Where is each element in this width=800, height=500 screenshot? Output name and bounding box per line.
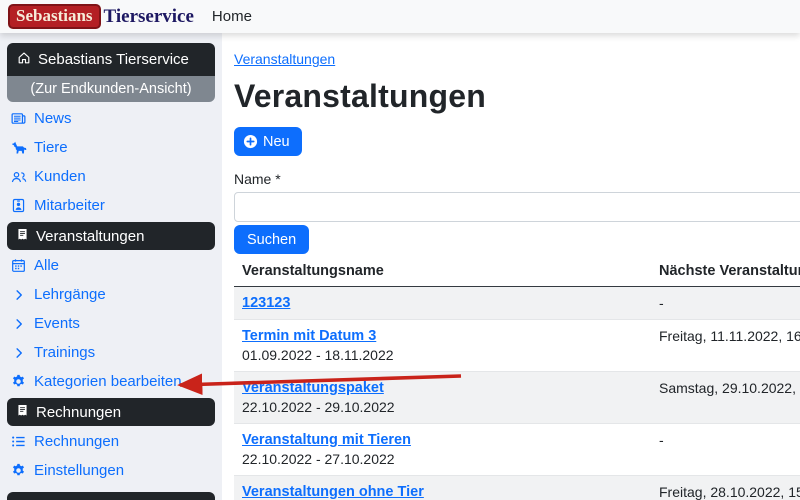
sidebar-item-customer-view[interactable]: (Zur Endkunden-Ansicht) bbox=[7, 76, 215, 102]
customer-view-label: (Zur Endkunden-Ansicht) bbox=[30, 81, 191, 97]
sidebar-section-clipped[interactable] bbox=[7, 492, 215, 500]
sidebar: Sebastians Tierservice (Zur Endkunden-An… bbox=[0, 33, 222, 500]
house-icon bbox=[17, 51, 31, 69]
top-navbar: Sebastians Tierservice Home bbox=[0, 0, 800, 33]
sidebar-item-account[interactable]: Sebastians Tierservice bbox=[7, 43, 215, 76]
sidebar-item-kunden[interactable]: Kunden bbox=[7, 162, 215, 191]
receipt-icon bbox=[16, 228, 29, 245]
sidebar-item-label: Mitarbeiter bbox=[34, 197, 105, 214]
sidebar-item-label: Tiere bbox=[34, 139, 68, 156]
column-header-name: Veranstaltungsname bbox=[234, 257, 651, 287]
search-button[interactable]: Suchen bbox=[234, 225, 309, 254]
new-button[interactable]: Neu bbox=[234, 127, 302, 156]
person-badge-icon bbox=[10, 198, 27, 213]
chevron-right-icon bbox=[10, 318, 27, 330]
table-row: Veranstaltungen ohne Tier 22.10.2022 - 3… bbox=[234, 476, 800, 500]
sidebar-item-rechnungen[interactable]: Rechnungen bbox=[7, 427, 215, 456]
sidebar-item-label: Rechnungen bbox=[34, 433, 119, 450]
sidebar-item-mitarbeiter[interactable]: Mitarbeiter bbox=[7, 191, 215, 220]
sidebar-item-alle[interactable]: Alle bbox=[7, 251, 215, 280]
sidebar-item-label: Trainings bbox=[34, 344, 95, 361]
chevron-right-icon bbox=[10, 347, 27, 359]
name-label: Name * bbox=[234, 171, 800, 187]
event-date-range: 22.10.2022 - 29.10.2022 bbox=[242, 399, 643, 415]
gear-icon bbox=[10, 463, 27, 478]
dog-icon bbox=[10, 140, 27, 156]
next-event: - bbox=[659, 432, 800, 448]
event-link[interactable]: Veranstaltung mit Tieren bbox=[242, 432, 411, 448]
column-header-next: Nächste Veranstaltung bbox=[651, 257, 800, 287]
table-header-row: Veranstaltungsname Nächste Veranstaltung bbox=[234, 257, 800, 287]
event-link[interactable]: Termin mit Datum 3 bbox=[242, 328, 376, 344]
gear-icon bbox=[10, 374, 27, 389]
sidebar-item-label: Einstellungen bbox=[34, 462, 124, 479]
breadcrumb[interactable]: Veranstaltungen bbox=[234, 51, 335, 67]
sidebar-item-label: Lehrgänge bbox=[34, 286, 106, 303]
next-event: - bbox=[659, 295, 800, 311]
account-title: Sebastians Tierservice bbox=[38, 51, 189, 68]
event-date-range: 22.10.2022 - 27.10.2022 bbox=[242, 451, 643, 467]
sidebar-item-label: Kunden bbox=[34, 168, 86, 185]
sidebar-item-einstellungen[interactable]: Einstellungen bbox=[7, 456, 215, 485]
events-table: Veranstaltungsname Nächste Veranstaltung… bbox=[234, 257, 800, 500]
main-content: Veranstaltungen Veranstaltungen Neu Name… bbox=[222, 33, 800, 500]
event-link[interactable]: 123123 bbox=[242, 295, 290, 311]
sidebar-item-label: News bbox=[34, 110, 72, 127]
logo-primary-badge: Sebastians bbox=[8, 4, 101, 29]
event-link[interactable]: Veranstaltungen ohne Tier bbox=[242, 484, 424, 500]
sidebar-section-label: Rechnungen bbox=[36, 404, 121, 421]
sidebar-item-tiere[interactable]: Tiere bbox=[7, 133, 215, 162]
receipt-icon bbox=[16, 404, 29, 421]
next-event: Freitag, 11.11.2022, 16:00 Uhr bbox=[659, 328, 800, 344]
logo-secondary-text: Tierservice bbox=[104, 6, 194, 28]
sidebar-item-label: Events bbox=[34, 315, 80, 332]
plus-circle-icon bbox=[243, 134, 258, 149]
calendar-icon bbox=[10, 258, 27, 273]
nav-home-link[interactable]: Home bbox=[212, 8, 252, 25]
new-button-label: Neu bbox=[263, 134, 290, 150]
sidebar-section-veranstaltungen[interactable]: Veranstaltungen bbox=[7, 222, 215, 250]
table-row: Veranstaltung mit Tieren 22.10.2022 - 27… bbox=[234, 424, 800, 476]
event-link[interactable]: Veranstaltungspaket bbox=[242, 380, 384, 396]
sidebar-item-label: Alle bbox=[34, 257, 59, 274]
name-input[interactable] bbox=[234, 192, 800, 222]
sidebar-item-trainings[interactable]: Trainings bbox=[7, 338, 215, 367]
sidebar-section-label: Veranstaltungen bbox=[36, 228, 144, 245]
table-row: 123123 - bbox=[234, 287, 800, 320]
sidebar-item-label: Kategorien bearbeiten bbox=[34, 373, 182, 390]
next-event: Freitag, 28.10.2022, 15:20 Uhr bbox=[659, 484, 800, 500]
chevron-right-icon bbox=[10, 289, 27, 301]
sidebar-item-events[interactable]: Events bbox=[7, 309, 215, 338]
people-icon bbox=[10, 169, 27, 185]
sidebar-section-rechnungen[interactable]: Rechnungen bbox=[7, 398, 215, 426]
sidebar-item-kategorien-bearbeiten[interactable]: Kategorien bearbeiten bbox=[7, 367, 215, 396]
page-title: Veranstaltungen bbox=[234, 78, 800, 115]
sidebar-item-news[interactable]: News bbox=[7, 104, 215, 133]
list-icon bbox=[10, 434, 27, 449]
table-row: Termin mit Datum 3 01.09.2022 - 18.11.20… bbox=[234, 320, 800, 372]
sidebar-item-lehrgaenge[interactable]: Lehrgänge bbox=[7, 280, 215, 309]
next-event: Samstag, 29.10.2022, 06:00 Uhr bbox=[659, 380, 800, 396]
table-row: Veranstaltungspaket 22.10.2022 - 29.10.2… bbox=[234, 372, 800, 424]
app-logo[interactable]: Sebastians Tierservice bbox=[8, 4, 194, 29]
newspaper-icon bbox=[10, 111, 27, 126]
event-date-range: 01.09.2022 - 18.11.2022 bbox=[242, 347, 643, 363]
